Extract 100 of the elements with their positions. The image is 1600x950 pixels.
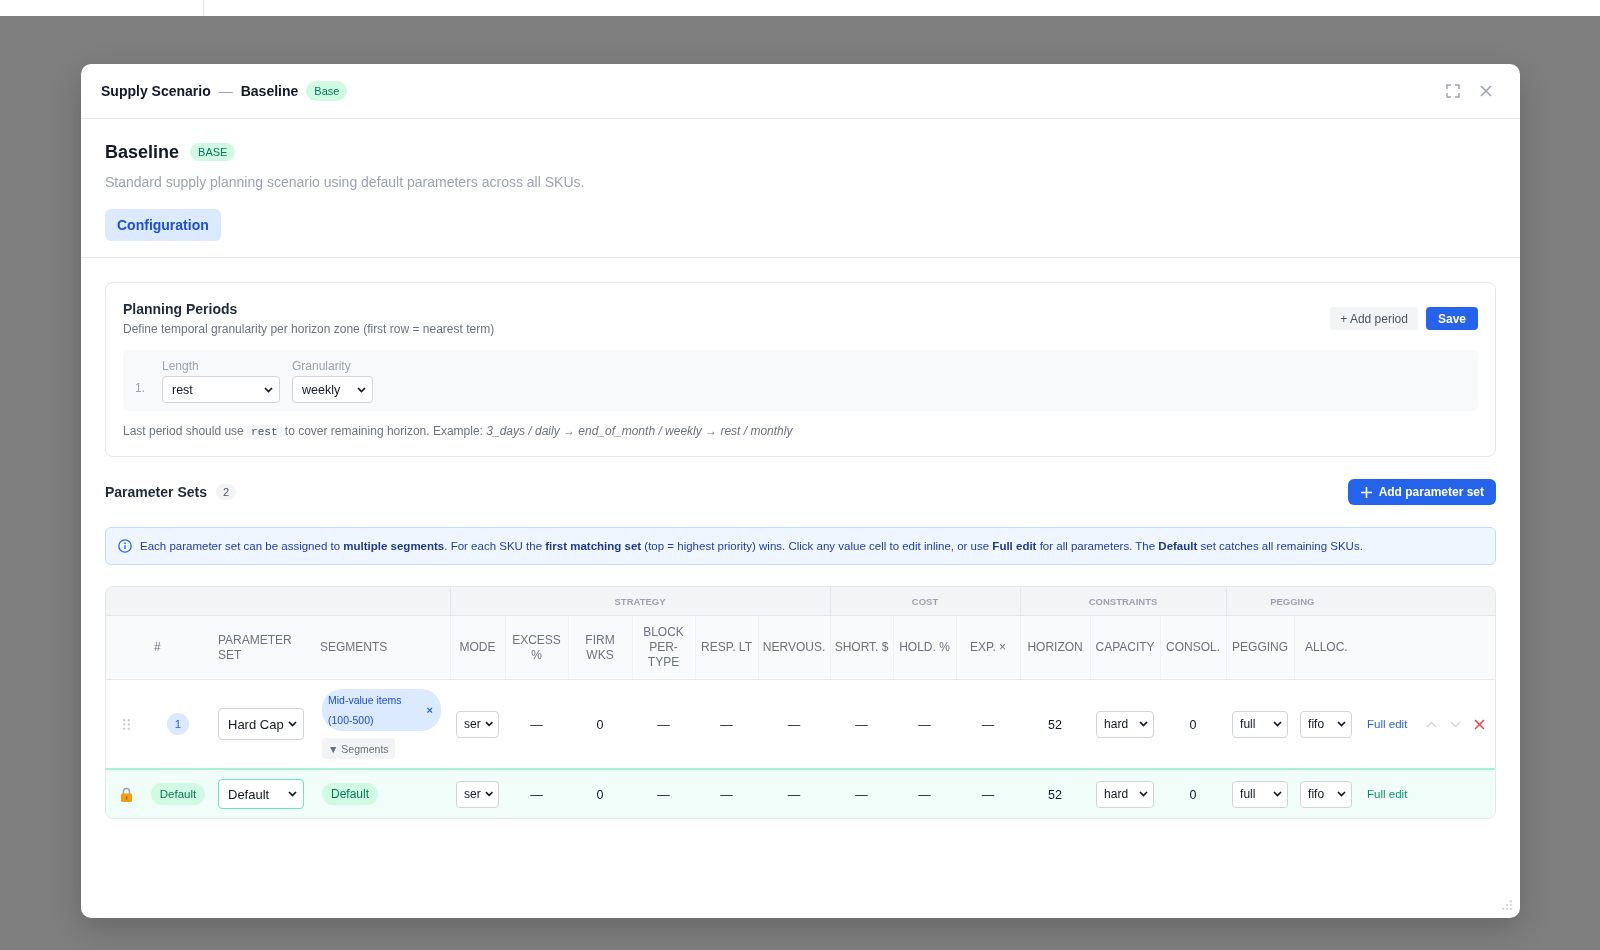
column-header: MODE bbox=[459, 640, 496, 654]
chevron-down-icon bbox=[1139, 721, 1149, 727]
title-separator: — bbox=[218, 83, 233, 99]
cell-value: 0 bbox=[1189, 788, 1197, 802]
granularity-dropdown[interactable]: weekly bbox=[292, 376, 373, 403]
column-header: PEGGING bbox=[1232, 640, 1289, 654]
chevron-down-icon bbox=[264, 386, 273, 393]
add-parameter-set-button[interactable]: Add parameter set bbox=[1347, 479, 1496, 505]
period-index: 1. bbox=[135, 380, 146, 395]
column-header: SEGMENTS bbox=[320, 640, 388, 654]
info-icon bbox=[118, 539, 132, 553]
priority-badge: 1 bbox=[167, 713, 189, 735]
cell-value: — bbox=[720, 788, 733, 802]
status-badge: Base bbox=[306, 81, 348, 101]
chevron-down-icon bbox=[1273, 791, 1283, 797]
cell-value: — bbox=[981, 788, 995, 802]
cell-value: — bbox=[855, 718, 868, 732]
parameter-set-dropdown[interactable]: Default bbox=[218, 779, 304, 809]
resize-grip-icon[interactable] bbox=[1502, 900, 1512, 910]
tab[interactable]: Configuration bbox=[105, 209, 221, 241]
cell-value: 0 bbox=[596, 788, 604, 802]
chevron-down-icon bbox=[1337, 791, 1347, 797]
cell-value: 0 bbox=[1189, 718, 1197, 732]
full-edit-link[interactable]: Full edit bbox=[1367, 788, 1408, 800]
chevron-down-icon bbox=[1273, 721, 1283, 727]
column-header: ALLOC. bbox=[1304, 640, 1348, 654]
add-period-button[interactable]: + Add period bbox=[1330, 307, 1418, 330]
column-group-label: PEGGING bbox=[1270, 595, 1315, 607]
dropdown[interactable]: ser bbox=[456, 710, 500, 738]
chevron-down-icon bbox=[288, 721, 297, 727]
dropdown[interactable]: ser bbox=[456, 780, 500, 808]
column-header: RESP. LT bbox=[701, 640, 752, 654]
dropdown[interactable]: fifo bbox=[1300, 710, 1353, 738]
segment-label: Mid-value items (100-500) bbox=[328, 693, 403, 728]
parameter-set-dropdown[interactable]: Hard Cap bbox=[218, 708, 304, 740]
field-label: Granularity bbox=[292, 358, 351, 374]
count-badge: 2 bbox=[215, 484, 237, 500]
column-header: PARAMETER SET bbox=[218, 632, 292, 662]
chevron-down-icon bbox=[1139, 791, 1149, 797]
save-button[interactable]: Save bbox=[1425, 307, 1478, 330]
chevron-down-icon bbox=[1337, 721, 1347, 727]
cell-value: — bbox=[918, 718, 931, 732]
dropdown[interactable]: full bbox=[1232, 780, 1289, 808]
chevron-down-icon bbox=[484, 791, 494, 797]
scenario-description: Standard supply planning scenario using default parameters across all SKUs. bbox=[105, 173, 586, 192]
section-subtitle: Define temporal granularity per horizon zone (first row = nearest term) bbox=[123, 321, 495, 337]
scenario-badge: BASE bbox=[190, 143, 236, 161]
segments-toggle-button[interactable]: ▼ Segments bbox=[322, 738, 395, 759]
cell-value: 52 bbox=[1048, 788, 1062, 802]
fullscreen-icon[interactable] bbox=[1446, 84, 1460, 98]
cell-value: — bbox=[787, 718, 801, 732]
column-group-label: CONSTRAINTS bbox=[1088, 595, 1158, 607]
column-header: FIRM WKS bbox=[585, 632, 615, 662]
dropdown[interactable]: full bbox=[1232, 710, 1289, 738]
column-header: NERVOUS. bbox=[762, 640, 826, 654]
column-group-label: STRATEGY bbox=[614, 595, 666, 607]
column-header: # bbox=[154, 640, 161, 654]
hint-text: Last period should use rest to cover remaining horizon. Example: 3_days / daily → end_of_month / weekly → rest / monthly bbox=[123, 423, 794, 440]
cell-value: 0 bbox=[596, 718, 604, 732]
chevron-down-icon bbox=[484, 721, 494, 727]
cell-value: — bbox=[657, 788, 670, 802]
column-header: EXCESS % bbox=[512, 632, 561, 662]
column-group-label: COST bbox=[911, 595, 939, 607]
cell-value: — bbox=[918, 788, 931, 802]
plus-icon bbox=[1360, 486, 1372, 498]
x-icon[interactable] bbox=[1474, 718, 1486, 730]
cell-value: — bbox=[855, 788, 868, 802]
full-edit-link[interactable]: Full edit bbox=[1367, 718, 1408, 730]
segment-label: Default bbox=[331, 787, 370, 801]
cell-value: — bbox=[720, 718, 733, 732]
column-header: SHORT. $ bbox=[834, 640, 889, 654]
cell-value: — bbox=[981, 718, 995, 732]
column-header: CAPACITY bbox=[1095, 640, 1155, 654]
column-header: HORIZON bbox=[1027, 640, 1083, 654]
section-title: Parameter Sets bbox=[105, 484, 207, 500]
dialog-subtitle: Baseline bbox=[240, 83, 299, 99]
cell-value: 52 bbox=[1048, 718, 1062, 732]
cell-value: — bbox=[787, 788, 801, 802]
dropdown[interactable]: fifo bbox=[1300, 780, 1353, 808]
close-icon[interactable] bbox=[1480, 85, 1492, 97]
dropdown[interactable]: hard bbox=[1096, 710, 1155, 738]
chevron-down-icon bbox=[357, 386, 366, 393]
section-title: Planning Periods bbox=[123, 300, 239, 319]
length-dropdown[interactable]: rest bbox=[162, 376, 280, 403]
column-header: CONSOL. bbox=[1166, 640, 1221, 654]
column-header: EXP. × bbox=[969, 640, 1007, 654]
field-label: Length bbox=[162, 358, 199, 374]
priority-badge: Default bbox=[150, 783, 206, 805]
cell-value: — bbox=[530, 788, 543, 802]
drag-handle-icon[interactable] bbox=[122, 719, 130, 731]
column-header: BLOCK PER-TYPE bbox=[643, 625, 684, 669]
chevron-down-icon bbox=[288, 791, 297, 797]
cell-value: — bbox=[530, 718, 543, 732]
remove-segment-button[interactable]: × bbox=[426, 704, 433, 716]
column-header: HOLD. % bbox=[899, 640, 950, 654]
cell-value: — bbox=[657, 718, 670, 732]
dialog-title: Supply Scenario bbox=[101, 83, 211, 99]
dropdown[interactable]: hard bbox=[1096, 780, 1155, 808]
scenario-name: Baseline bbox=[105, 141, 180, 163]
info-text: Each parameter set can be assigned to multiple segments. For each SKU the first matching set (top = highest priority) wins. Click any value cell to edit inline, or use Full edit for all parameters. The Default set catches all remaining SKUs. bbox=[140, 540, 1363, 552]
